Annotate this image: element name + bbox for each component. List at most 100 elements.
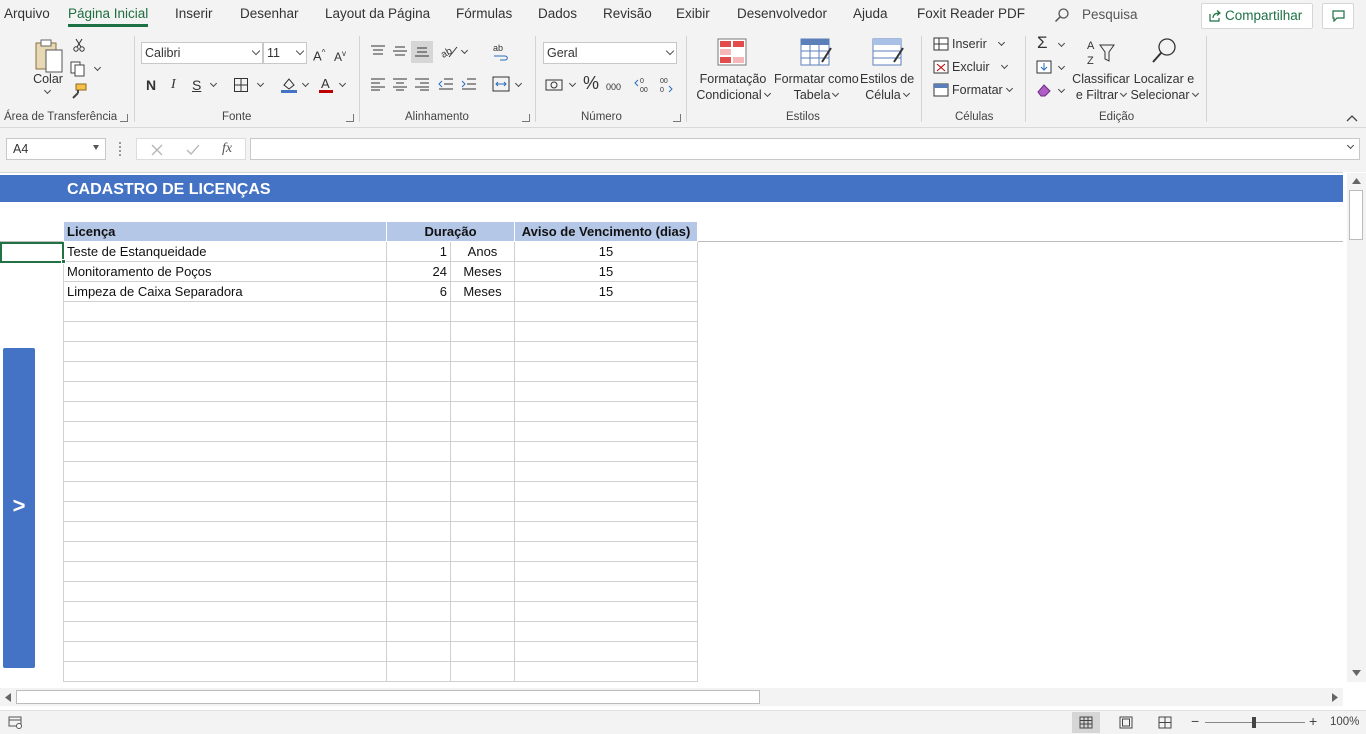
empty-cell[interactable]: [514, 481, 698, 502]
number-launcher[interactable]: [673, 114, 681, 122]
clipboard-launcher[interactable]: [120, 114, 128, 122]
delete-cells-button[interactable]: Excluir: [952, 60, 1008, 82]
percent-style-icon[interactable]: %: [583, 74, 599, 92]
paste-dropdown-icon[interactable]: [43, 86, 52, 95]
name-box-dropdown-icon[interactable]: [93, 145, 99, 150]
autosum-dropdown-icon[interactable]: [1057, 39, 1066, 48]
underline-dropdown-icon[interactable]: [209, 79, 218, 88]
empty-cell[interactable]: [514, 641, 698, 662]
empty-cell[interactable]: [386, 601, 451, 622]
tab-inserir[interactable]: Inserir: [175, 6, 213, 21]
empty-cell[interactable]: [450, 501, 515, 522]
zoom-slider-thumb[interactable]: [1252, 717, 1256, 728]
empty-cell[interactable]: [63, 681, 387, 682]
empty-cell[interactable]: [63, 301, 387, 322]
tab-foxit-reader-pdf[interactable]: Foxit Reader PDF: [917, 6, 1025, 21]
worksheet[interactable]: CADASTRO DE LICENÇAS Licença Duração Avi…: [0, 172, 1343, 682]
empty-cell[interactable]: [386, 421, 451, 442]
empty-cell[interactable]: [450, 581, 515, 602]
empty-cell[interactable]: [450, 321, 515, 342]
cell-styles-button[interactable]: Estilos de Célula: [860, 71, 914, 103]
copy-icon[interactable]: [70, 61, 86, 77]
tab-arquivo[interactable]: Arquivo: [4, 6, 50, 21]
name-box[interactable]: A4: [6, 138, 106, 160]
page-layout-view-icon[interactable]: [1119, 716, 1133, 729]
collapse-ribbon-icon[interactable]: [1346, 114, 1358, 122]
tab-revisao[interactable]: Revisão: [603, 6, 652, 21]
empty-cell[interactable]: [63, 661, 387, 682]
format-painter-icon[interactable]: [71, 83, 87, 99]
empty-cell[interactable]: [514, 301, 698, 322]
cell-license[interactable]: Teste de Estanqueidade: [63, 241, 387, 262]
empty-cell[interactable]: [450, 361, 515, 382]
vertical-scrollbar[interactable]: [1347, 173, 1366, 682]
cell-unit[interactable]: Anos: [450, 241, 515, 262]
align-center-icon[interactable]: [392, 77, 408, 91]
orientation-dropdown-icon[interactable]: [460, 46, 469, 55]
empty-cell[interactable]: [386, 681, 451, 682]
cell-notice[interactable]: 15: [514, 281, 698, 302]
tab-desenvolvedor[interactable]: Desenvolvedor: [737, 6, 827, 21]
accounting-format-icon[interactable]: [545, 77, 565, 93]
decrease-indent-icon[interactable]: [438, 77, 454, 91]
conditional-formatting-button[interactable]: Formatação Condicional: [695, 71, 771, 103]
empty-cell[interactable]: [514, 601, 698, 622]
cell-unit[interactable]: Meses: [450, 281, 515, 302]
empty-cell[interactable]: [514, 441, 698, 462]
bold-button[interactable]: N: [146, 77, 156, 93]
insert-cells-button[interactable]: Inserir: [952, 37, 1005, 59]
empty-cell[interactable]: [450, 641, 515, 662]
expand-formula-icon[interactable]: [1346, 141, 1355, 150]
comments-button[interactable]: [1322, 3, 1354, 29]
empty-cell[interactable]: [63, 621, 387, 642]
number-format-combo[interactable]: Geral: [543, 42, 677, 64]
empty-cell[interactable]: [386, 441, 451, 462]
empty-cell[interactable]: [63, 441, 387, 462]
empty-cell[interactable]: [514, 561, 698, 582]
font-color-dropdown-icon[interactable]: [338, 79, 347, 88]
cell-amount[interactable]: 1: [386, 241, 451, 262]
empty-cell[interactable]: [450, 401, 515, 422]
clear-dropdown-icon[interactable]: [1057, 85, 1066, 94]
empty-cell[interactable]: [514, 461, 698, 482]
cell-notice[interactable]: 15: [514, 261, 698, 282]
empty-cell[interactable]: [386, 661, 451, 682]
font-size-combo[interactable]: 11: [263, 42, 307, 64]
empty-cell[interactable]: [450, 601, 515, 622]
empty-cell[interactable]: [63, 421, 387, 442]
empty-cell[interactable]: [386, 301, 451, 322]
borders-dropdown-icon[interactable]: [256, 79, 265, 88]
empty-cell[interactable]: [63, 381, 387, 402]
comma-style-icon[interactable]: 000: [606, 79, 621, 95]
merge-center-icon[interactable]: [492, 76, 510, 92]
empty-cell[interactable]: [386, 341, 451, 362]
font-launcher[interactable]: [346, 114, 354, 122]
wrap-text-icon[interactable]: ab: [492, 43, 510, 61]
empty-cell[interactable]: [450, 481, 515, 502]
empty-cell[interactable]: [63, 541, 387, 562]
empty-cell[interactable]: [386, 641, 451, 662]
italic-button[interactable]: I: [171, 77, 176, 93]
empty-cell[interactable]: [63, 401, 387, 422]
align-left-icon[interactable]: [370, 77, 386, 91]
paste-label[interactable]: Colar: [33, 71, 63, 87]
format-cells-button[interactable]: Formatar: [952, 83, 1013, 105]
empty-cell[interactable]: [450, 661, 515, 682]
fill-color-icon[interactable]: [280, 76, 298, 94]
alignment-launcher[interactable]: [522, 114, 530, 122]
empty-cell[interactable]: [63, 461, 387, 482]
cell-amount[interactable]: 24: [386, 261, 451, 282]
empty-cell[interactable]: [514, 501, 698, 522]
empty-cell[interactable]: [450, 381, 515, 402]
empty-cell[interactable]: [450, 541, 515, 562]
empty-cell[interactable]: [386, 401, 451, 422]
align-right-icon[interactable]: [414, 77, 430, 91]
empty-cell[interactable]: [63, 561, 387, 582]
empty-cell[interactable]: [386, 381, 451, 402]
side-panel-button[interactable]: >: [3, 348, 35, 668]
empty-cell[interactable]: [63, 321, 387, 342]
scroll-up-icon[interactable]: [1352, 178, 1361, 184]
empty-cell[interactable]: [386, 321, 451, 342]
empty-cell[interactable]: [450, 521, 515, 542]
empty-cell[interactable]: [386, 501, 451, 522]
